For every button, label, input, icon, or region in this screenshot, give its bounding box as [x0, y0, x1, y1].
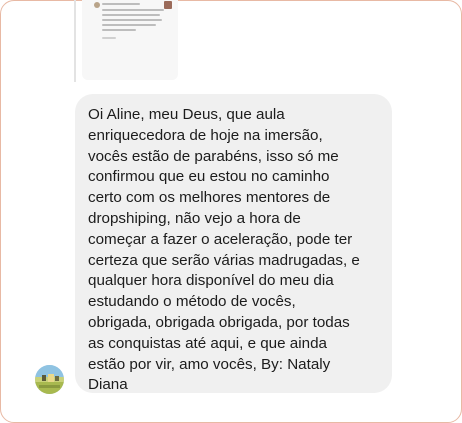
story-text-line	[102, 19, 162, 21]
story-text-line	[102, 14, 160, 16]
story-text-line	[102, 24, 156, 26]
thread-connector-line	[74, 0, 76, 82]
message-bubble[interactable]: Oi Aline, meu Deus, que aula enriquecedo…	[75, 94, 392, 393]
story-image	[164, 1, 172, 9]
story-text-line	[102, 29, 136, 31]
story-meta-line	[102, 37, 116, 39]
story-avatar	[94, 2, 100, 8]
message-text: Oi Aline, meu Deus, que aula enriquecedo…	[88, 106, 360, 394]
story-text-line	[102, 3, 140, 5]
story-text-line	[102, 9, 164, 11]
sender-avatar[interactable]	[35, 365, 64, 394]
replied-story-thumbnail[interactable]	[82, 0, 178, 80]
profile-photo-icon	[35, 365, 64, 394]
